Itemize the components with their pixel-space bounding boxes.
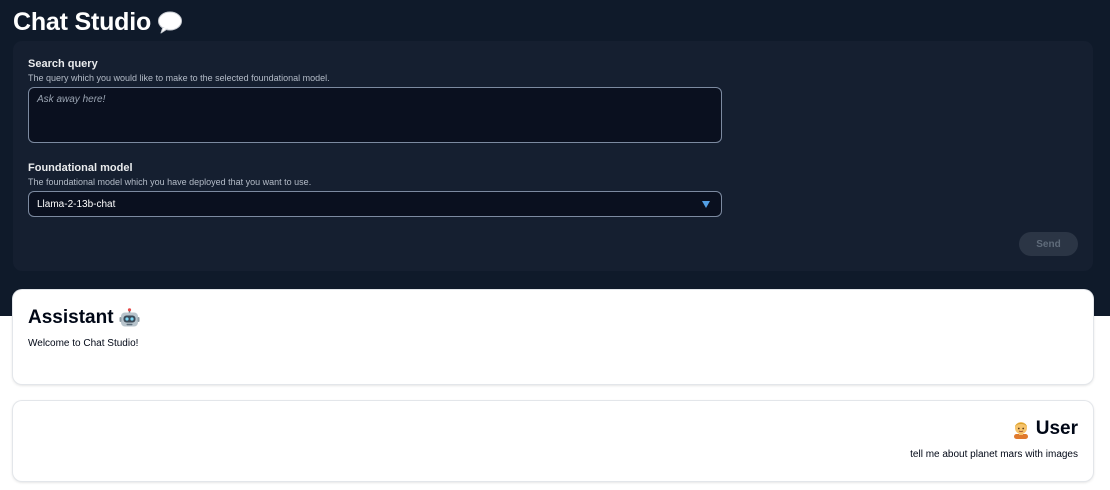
user-role-label: User (1035, 418, 1078, 439)
user-message-card: User tell me about planet mars with imag… (13, 401, 1093, 481)
page-title: Chat Studio (13, 7, 152, 36)
search-query-input[interactable] (28, 87, 722, 143)
foundational-model-description: The foundational model which you have de… (28, 177, 312, 187)
query-form-panel: Search query The query which you would l… (13, 41, 1093, 271)
search-query-label: Search query (28, 58, 98, 70)
speech-bubble-icon (157, 10, 183, 34)
caret-down-icon (702, 200, 710, 208)
assistant-message-card: Assistant Welcome to Chat Studio! (13, 290, 1093, 384)
user-message-text: tell me about planet mars with images (910, 449, 1078, 460)
robot-icon (119, 308, 140, 328)
send-button[interactable]: Send (1019, 232, 1078, 256)
selected-model-value: Llama-2-13b-chat (37, 198, 116, 210)
foundational-model-label: Foundational model (28, 162, 133, 174)
assistant-header: Assistant (28, 307, 140, 329)
assistant-role-label: Assistant (28, 307, 114, 328)
foundational-model-select[interactable]: Llama-2-13b-chat (28, 191, 722, 217)
search-query-description: The query which you would like to make t… (28, 73, 330, 83)
user-header: User (1011, 418, 1078, 440)
person-icon (1011, 419, 1031, 439)
app-header: Chat Studio (13, 6, 183, 38)
assistant-message-text: Welcome to Chat Studio! (28, 338, 139, 349)
